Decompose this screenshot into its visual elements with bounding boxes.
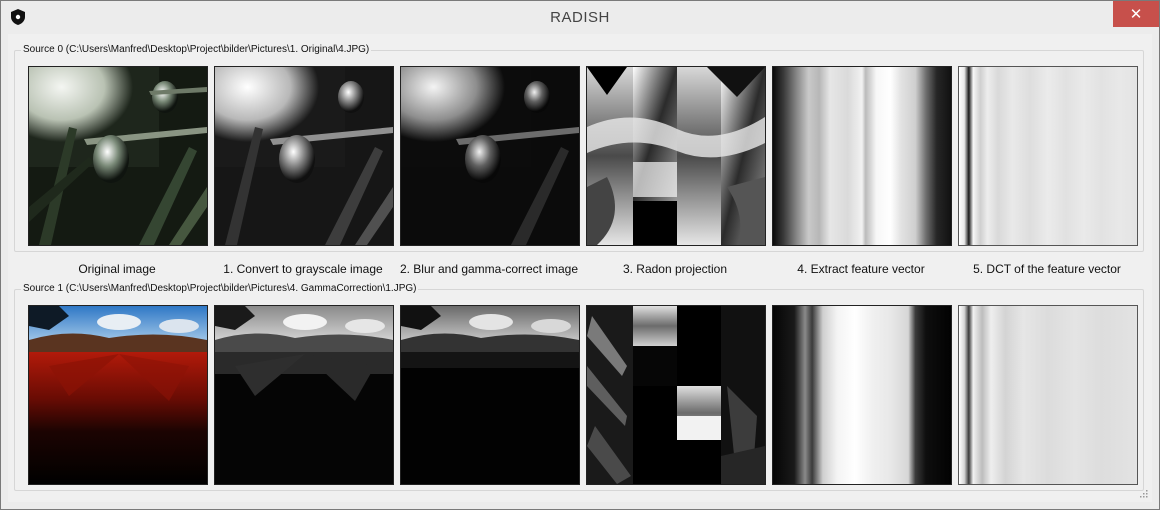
window-title: RADISH [550,9,610,26]
close-icon: ✕ [1129,6,1143,23]
step-label-feature-vector: 4. Extract feature vector [797,262,925,276]
source-1-radon-projection [586,305,766,485]
step-label-original: Original image [78,262,156,276]
resize-grip-icon[interactable] [1138,488,1148,498]
source-0-radon-projection [586,66,766,246]
source-1-grayscale-image [214,305,394,485]
source-0-grayscale-image [214,66,394,246]
source-0-original-image [28,66,208,246]
source-0-dct-vector [958,66,1138,246]
source-1-label: Source 1 (C:\Users\Manfred\Desktop\Proje… [21,283,419,294]
source-1-feature-vector [772,305,952,485]
source-1-original-image [28,305,208,485]
source-0-feature-vector [772,66,952,246]
source-0-blurred-image [400,66,580,246]
step-label-radon: 3. Radon projection [622,262,728,276]
client-area: Source 0 (C:\Users\Manfred\Desktop\Proje… [8,34,1152,502]
step-label-grayscale: 1. Convert to grayscale image [223,262,383,276]
close-button[interactable]: ✕ [1113,1,1159,27]
source-1-group: Source 1 (C:\Users\Manfred\Desktop\Proje… [14,283,1144,491]
source-0-label: Source 0 (C:\Users\Manfred\Desktop\Proje… [21,44,372,55]
main-window: RADISH ✕ Source 0 (C:\Users\Manfred\Desk… [0,0,1160,510]
source-0-group: Source 0 (C:\Users\Manfred\Desktop\Proje… [14,44,1144,252]
step-label-dct: 5. DCT of the feature vector [973,262,1121,276]
source-1-blurred-image [400,305,580,485]
title-bar[interactable]: RADISH ✕ [1,1,1159,33]
source-1-dct-vector [958,305,1138,485]
step-label-blur-gamma: 2. Blur and gamma-correct image [399,262,579,276]
